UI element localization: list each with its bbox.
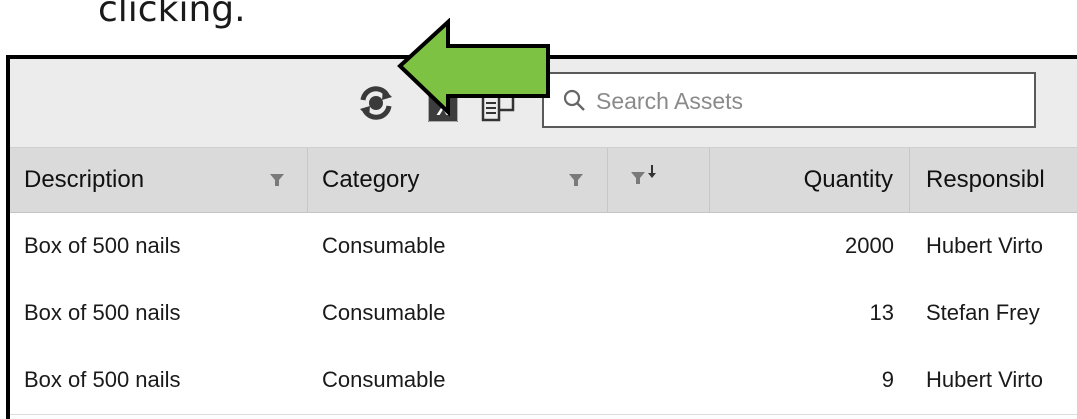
column-header-label: Quantity (803, 166, 893, 193)
table-row[interactable]: Box of 500 nails Consumable 13 Stefan Fr… (10, 280, 1077, 348)
cell-category: Consumable (322, 300, 446, 325)
cell-quantity: 2000 (845, 233, 894, 258)
search-box[interactable] (542, 72, 1036, 128)
cell-category: Consumable (322, 367, 446, 392)
filter-icon[interactable] (269, 172, 285, 188)
cell-responsible: Stefan Frey (926, 300, 1040, 325)
cell-quantity: 13 (869, 300, 894, 325)
search-icon (563, 89, 585, 111)
sort-filter-icon[interactable] (630, 164, 660, 186)
table-row[interactable]: Box of 500 nails Consumable 9 Hubert Vir… (10, 347, 1077, 415)
callout-arrow-icon (397, 18, 550, 117)
caption-text: clicking. (98, 0, 246, 30)
cell-quantity: 9 (881, 367, 894, 392)
column-header-sort[interactable] (608, 148, 710, 212)
cell-responsible: Hubert Virto (926, 233, 1043, 258)
filter-icon[interactable] (568, 172, 584, 188)
search-input[interactable] (594, 82, 1018, 120)
column-header-category[interactable]: Category (308, 148, 608, 212)
column-header-label: Category (322, 166, 420, 193)
cell-description: Box of 500 nails (24, 300, 181, 325)
column-header-description[interactable]: Description (10, 148, 308, 212)
cell-description: Box of 500 nails (24, 367, 181, 392)
column-header-label: Description (24, 166, 145, 193)
table-row[interactable]: Box of 500 nails Consumable 2000 Hubert … (10, 213, 1077, 281)
column-header-quantity[interactable]: Quantity (710, 148, 910, 212)
refresh-icon[interactable] (356, 83, 396, 123)
cell-responsible: Hubert Virto (926, 367, 1043, 392)
cell-category: Consumable (322, 233, 446, 258)
cell-description: Box of 500 nails (24, 233, 181, 258)
table-header: Description Category Quantity Responsibl (10, 148, 1077, 213)
column-header-responsible[interactable]: Responsibl (910, 148, 1077, 212)
column-header-label: Responsibl (926, 166, 1045, 193)
